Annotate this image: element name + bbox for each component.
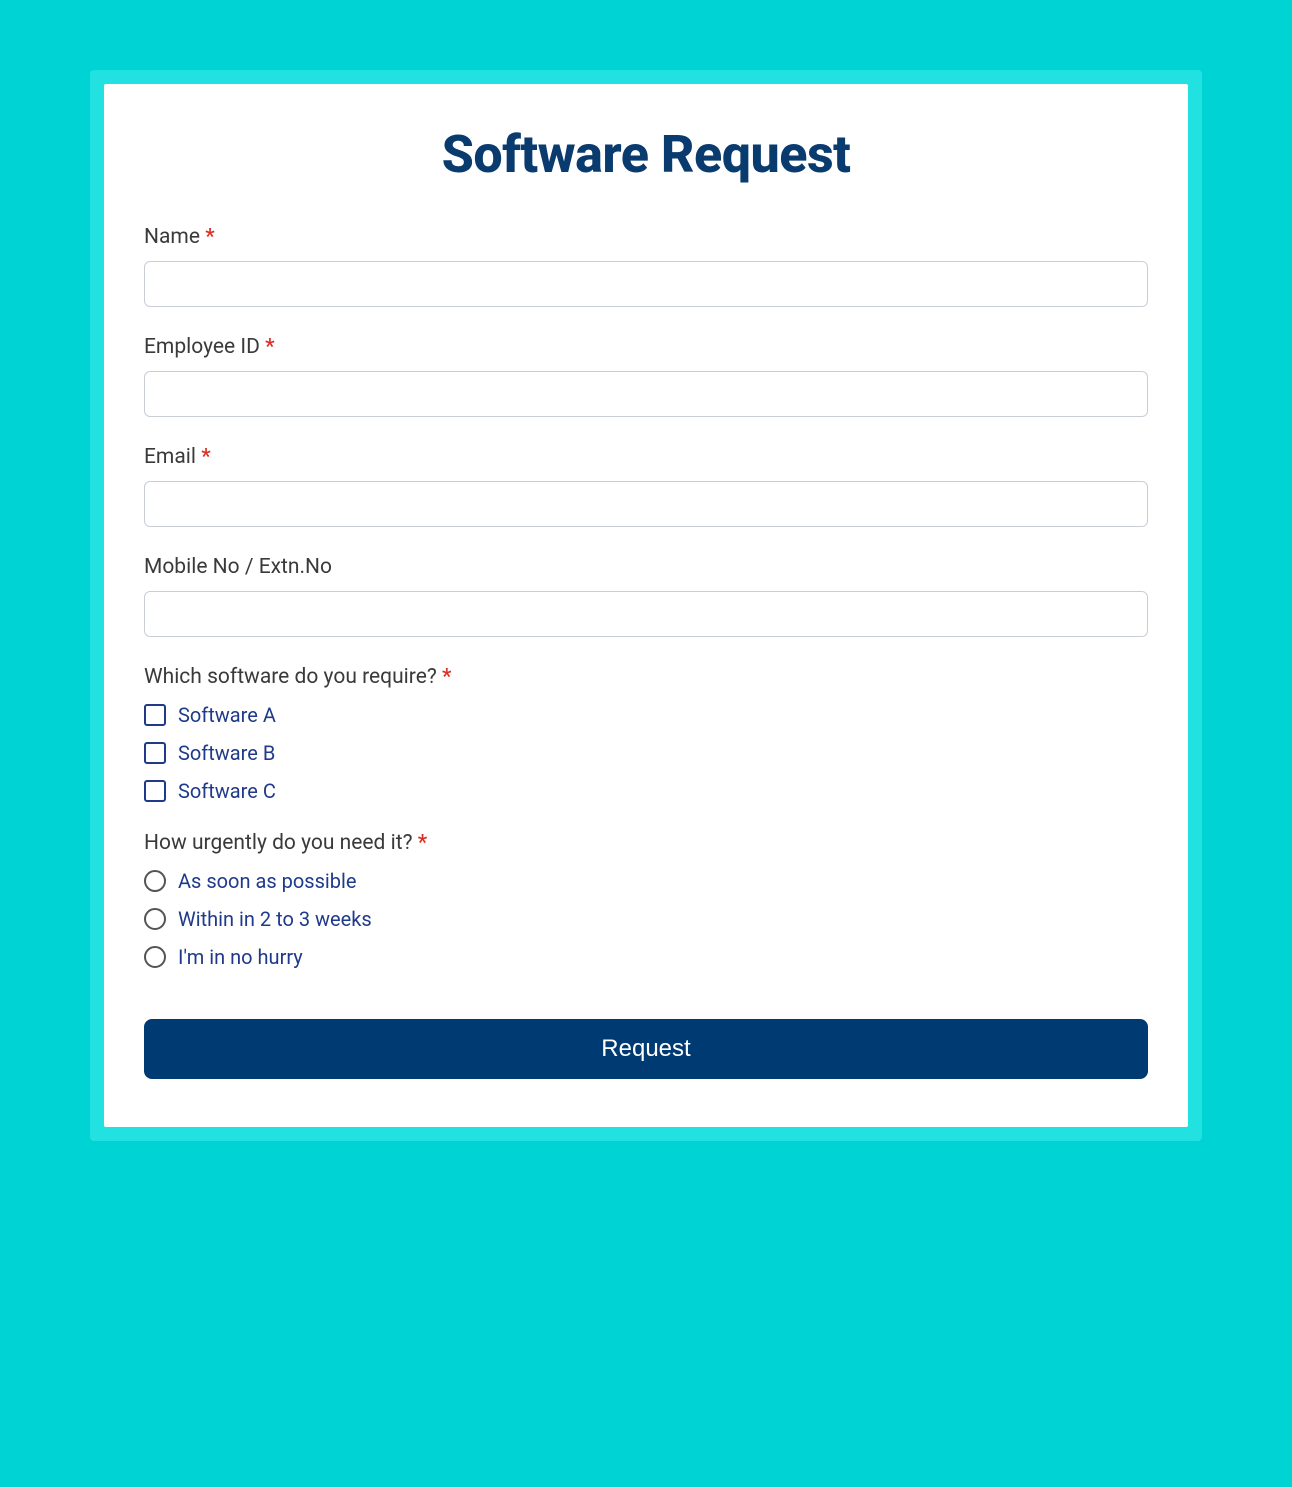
software-option-b[interactable]: Software B <box>144 741 1148 765</box>
field-email: Email * <box>144 445 1148 527</box>
email-label: Email * <box>144 445 1148 469</box>
field-mobile: Mobile No / Extn.No <box>144 555 1148 637</box>
checkbox-icon[interactable] <box>144 742 166 764</box>
software-label-text: Which software do you require? <box>144 665 437 689</box>
field-urgency: How urgently do you need it? * As soon a… <box>144 831 1148 969</box>
required-marker: * <box>205 225 214 249</box>
email-label-text: Email <box>144 445 196 469</box>
radio-icon[interactable] <box>144 908 166 930</box>
checkbox-icon[interactable] <box>144 780 166 802</box>
software-option-a-label: Software A <box>178 703 276 727</box>
request-button[interactable]: Request <box>144 1019 1148 1079</box>
employee-id-label: Employee ID * <box>144 335 1148 359</box>
urgency-option-nohurry[interactable]: I'm in no hurry <box>144 945 1148 969</box>
software-option-b-label: Software B <box>178 741 275 765</box>
urgency-label-text: How urgently do you need it? <box>144 831 413 855</box>
field-name: Name * <box>144 225 1148 307</box>
name-label-text: Name <box>144 225 200 249</box>
submit-row: Request <box>144 1019 1148 1079</box>
radio-icon[interactable] <box>144 946 166 968</box>
name-label: Name * <box>144 225 1148 249</box>
radio-icon[interactable] <box>144 870 166 892</box>
field-employee-id: Employee ID * <box>144 335 1148 417</box>
mobile-label: Mobile No / Extn.No <box>144 555 1148 579</box>
urgency-option-asap[interactable]: As soon as possible <box>144 869 1148 893</box>
field-software: Which software do you require? * Softwar… <box>144 665 1148 803</box>
form-card-border: Software Request Name * Employee ID * Em… <box>90 70 1202 1141</box>
urgency-option-asap-label: As soon as possible <box>178 869 356 893</box>
software-option-a[interactable]: Software A <box>144 703 1148 727</box>
mobile-label-text: Mobile No / Extn.No <box>144 555 332 579</box>
form-card: Software Request Name * Employee ID * Em… <box>104 84 1188 1127</box>
mobile-input[interactable] <box>144 591 1148 637</box>
software-option-c[interactable]: Software C <box>144 779 1148 803</box>
email-input[interactable] <box>144 481 1148 527</box>
software-option-c-label: Software C <box>178 779 276 803</box>
name-input[interactable] <box>144 261 1148 307</box>
checkbox-icon[interactable] <box>144 704 166 726</box>
required-marker: * <box>265 335 274 359</box>
urgency-option-nohurry-label: I'm in no hurry <box>178 945 303 969</box>
software-label: Which software do you require? * <box>144 665 1148 689</box>
required-marker: * <box>201 445 210 469</box>
urgency-label: How urgently do you need it? * <box>144 831 1148 855</box>
urgency-option-weeks-label: Within in 2 to 3 weeks <box>178 907 372 931</box>
required-marker: * <box>442 665 451 689</box>
required-marker: * <box>418 831 427 855</box>
employee-id-input[interactable] <box>144 371 1148 417</box>
urgency-option-weeks[interactable]: Within in 2 to 3 weeks <box>144 907 1148 931</box>
form-title: Software Request <box>144 124 1148 185</box>
employee-id-label-text: Employee ID <box>144 335 260 359</box>
